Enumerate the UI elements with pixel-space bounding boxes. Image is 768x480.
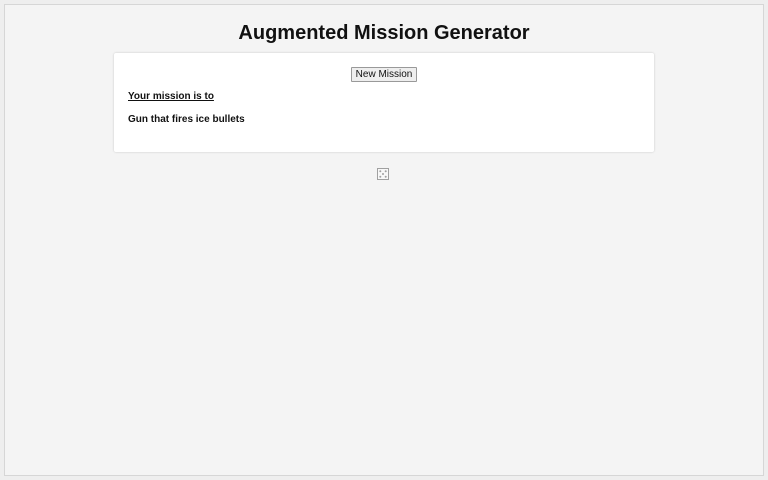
mission-card: New Mission Your mission is to Gun that … bbox=[114, 53, 654, 152]
new-mission-button[interactable]: New Mission bbox=[351, 67, 417, 82]
mission-intro-label: Your mission is to bbox=[128, 91, 214, 102]
dice-icon[interactable] bbox=[377, 167, 389, 180]
mission-text: Gun that fires ice bullets bbox=[128, 114, 245, 125]
dice-icon-graphic bbox=[377, 168, 389, 180]
page-title: Augmented Mission Generator bbox=[238, 22, 530, 44]
page-container: Augmented Mission Generator New Mission … bbox=[4, 4, 764, 476]
